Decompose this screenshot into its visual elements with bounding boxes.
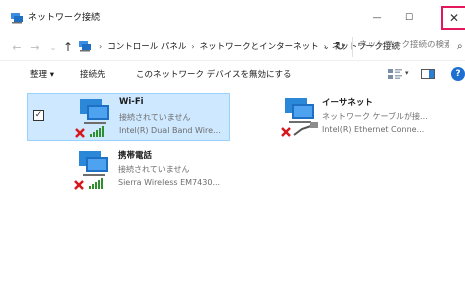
- refresh-button[interactable]: ↻: [335, 39, 345, 53]
- search-icon[interactable]: ⌕: [457, 41, 463, 52]
- connection-status: 接続されていません: [118, 165, 190, 174]
- control-panel-icon: [79, 41, 91, 52]
- close-icon: ✕: [448, 11, 460, 25]
- maximize-button[interactable]: ☐: [395, 8, 423, 28]
- chevron-down-icon: ⌄: [323, 42, 330, 51]
- connection-item-wifi[interactable]: ✓ Wi-Fi 接続されていません Intel(R) Dual Band Wir…: [27, 93, 230, 141]
- window-title: ネットワーク接続: [28, 13, 101, 23]
- address-dropdown-button[interactable]: ⌄: [323, 42, 330, 51]
- breadcrumb-network-internet[interactable]: ネットワークとインターネット: [200, 41, 319, 53]
- connection-item-ethernet[interactable]: イーサネット ネットワーク ケーブルが接... Intel(R) Etherne…: [280, 93, 460, 141]
- up-arrow-icon: ↑: [62, 40, 74, 54]
- check-icon: ✓: [34, 110, 43, 120]
- change-view-icon[interactable]: [387, 67, 403, 81]
- preview-pane-icon[interactable]: [421, 68, 435, 80]
- connection-device: Sierra Wireless EM7430...: [118, 178, 221, 187]
- selection-checkbox[interactable]: ✓: [33, 110, 44, 121]
- connection-item-cellular[interactable]: 携帯電話 接続されていません Sierra Wireless EM7430...: [27, 146, 230, 194]
- help-icon: ?: [455, 69, 461, 79]
- chevron-down-icon: ⌄: [49, 42, 57, 52]
- title-bar: ネットワーク接続 — ☐ ✕: [0, 0, 465, 34]
- address-bar: ← → ⌄ ↑ › コントロール パネル › ネットワークとインターネット › …: [0, 34, 465, 60]
- breadcrumb-control-panel[interactable]: コントロール パネル: [107, 41, 186, 53]
- ethernet-network-icon: [281, 98, 318, 137]
- maximize-icon: ☐: [404, 13, 414, 23]
- forward-arrow-icon: →: [30, 40, 40, 54]
- organize-menu-button[interactable]: 整理 ▾: [30, 69, 54, 81]
- network-connections-app-icon: [11, 13, 23, 24]
- minimize-button[interactable]: —: [363, 8, 391, 28]
- connection-device: Intel(R) Dual Band Wire...: [119, 126, 221, 135]
- connection-name: Wi-Fi: [119, 97, 144, 107]
- search-input[interactable]: [359, 40, 449, 50]
- connection-device: Intel(R) Ethernet Conne...: [322, 125, 425, 134]
- forward-button[interactable]: →: [28, 40, 42, 54]
- close-button[interactable]: ✕: [441, 6, 465, 30]
- minimize-icon: —: [372, 13, 382, 23]
- up-button[interactable]: ↑: [62, 40, 74, 54]
- view-options-dropdown[interactable]: ▾: [405, 69, 409, 77]
- refresh-icon: ↻: [335, 39, 346, 53]
- help-button[interactable]: ?: [451, 67, 465, 81]
- back-button[interactable]: ←: [10, 40, 24, 54]
- connection-status: 接続されていません: [119, 113, 191, 122]
- cellular-network-icon: [74, 151, 108, 190]
- back-arrow-icon: ←: [12, 40, 22, 54]
- chevron-right-icon: ›: [191, 42, 195, 51]
- search-box[interactable]: ⌕: [352, 37, 463, 57]
- connection-name: イーサネット: [322, 98, 373, 108]
- disable-device-button[interactable]: このネットワーク デバイスを無効にする: [136, 69, 292, 81]
- recent-locations-button[interactable]: ⌄: [48, 41, 58, 53]
- chevron-right-icon: ›: [99, 42, 103, 51]
- connection-status: ネットワーク ケーブルが接...: [322, 112, 428, 121]
- wifi-network-icon: [75, 99, 109, 138]
- connect-to-button[interactable]: 接続先: [80, 69, 106, 81]
- chevron-down-icon: ▾: [405, 69, 409, 77]
- connection-name: 携帯電話: [118, 151, 153, 161]
